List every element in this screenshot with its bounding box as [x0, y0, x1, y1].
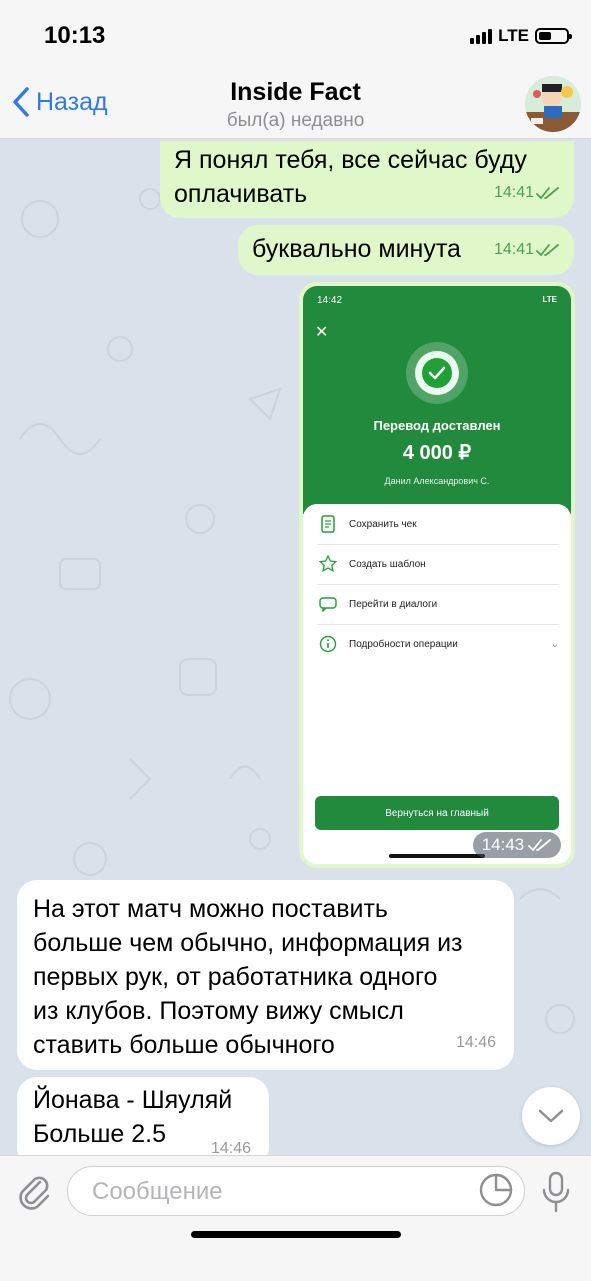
receipt-action-details: Подробности операции ⌄ [317, 624, 559, 664]
signal-icon [470, 28, 493, 44]
message-outgoing[interactable]: буквально минута 14:41 [238, 225, 574, 275]
message-time: 14:41 [493, 184, 534, 201]
double-check-icon [536, 244, 559, 257]
receipt-card: Сохранить чек Создать шаблон Перейти в д… [303, 504, 571, 864]
paperclip-icon[interactable] [16, 1172, 52, 1212]
message-text-line: ставить больше обычного [33, 1031, 335, 1059]
message-time: 14:46 [210, 1140, 251, 1155]
message-text-line: Йонава - Шяуляй [33, 1086, 233, 1114]
message-text-line: первых рук, от работатника одного [33, 963, 438, 991]
avatar[interactable] [525, 76, 581, 132]
chevron-down-icon [538, 1109, 564, 1123]
chevron-down-icon: ⌄ [550, 638, 559, 650]
message-time: 14:46 [455, 1034, 496, 1051]
photo-time-badge: 14:43 [473, 832, 561, 858]
receipt-action-label: Сохранить чек [349, 518, 417, 530]
receipt-action-save: Сохранить чек [317, 504, 559, 545]
chat-icon [317, 593, 339, 615]
receipt-action-dialogs: Перейти в диалоги [317, 584, 559, 625]
receipt-action-label: Подробности операции [349, 638, 458, 650]
receipt-status-network: LTE [542, 295, 557, 304]
status-time: 10:13 [44, 22, 106, 49]
double-check-icon [536, 187, 559, 200]
receipt-action-label: Перейти в диалоги [349, 598, 438, 610]
receipt-home-indicator [389, 854, 485, 858]
message-incoming[interactable]: Йонава - Шяуляй Больше 2.5 14:46 [17, 1077, 269, 1155]
receipt-action-label: Создать шаблон [349, 558, 426, 570]
message-meta: 14:41 [494, 176, 560, 210]
photo-message[interactable]: 14:42 LTE ✕ Перевод доставлен 4 000 ₽ Да… [303, 286, 571, 864]
avatar-image [525, 76, 581, 132]
message-text-line: больше чем обычно, информация из [33, 929, 463, 957]
receipt-title: Перевод доставлен [373, 418, 501, 433]
receipt-recipient: Данил Александрович С. [384, 476, 490, 486]
status-indicators: LTE [470, 26, 572, 46]
battery-icon [535, 28, 572, 44]
network-label: LTE [498, 26, 529, 45]
chat-title[interactable]: Inside Fact [0, 78, 591, 107]
receipt-action-template: Создать шаблон [317, 544, 559, 585]
chat-header: Назад Inside Fact был(а) недавно [0, 72, 591, 139]
message-meta: 14:41 [494, 233, 560, 267]
message-text-line: Я понял тебя, все сейчас буду [174, 146, 527, 174]
receipt-amount: 4 000 ₽ [402, 442, 472, 464]
star-icon [317, 553, 339, 575]
close-icon: ✕ [315, 324, 329, 341]
message-input-field[interactable] [67, 1166, 525, 1217]
chat-status: был(а) недавно [226, 110, 365, 131]
message-incoming[interactable]: На этот матч можно поставить больше чем … [17, 880, 514, 1070]
message-outgoing[interactable]: Я понял тебя, все сейчас буду оплачивать… [160, 141, 574, 218]
success-icon [406, 342, 468, 404]
receipt-doc-icon [317, 513, 339, 535]
scroll-down-button[interactable] [522, 1087, 580, 1145]
home-indicator [191, 1231, 401, 1238]
message-input[interactable] [90, 1167, 474, 1217]
sticker-icon[interactable] [478, 1172, 514, 1208]
receipt-status-time: 14:42 [317, 295, 343, 306]
composer [0, 1155, 591, 1281]
status-bar: 10:13 LTE [0, 0, 591, 72]
message-time: 14:41 [493, 241, 534, 258]
message-text-line: На этот матч можно поставить [33, 895, 388, 923]
info-icon [317, 633, 339, 655]
receipt-home-button: Вернуться на главный [315, 796, 559, 830]
message-text-line: из клубов. Поэтому вижу смысл [33, 997, 404, 1025]
double-check-icon [528, 839, 552, 852]
message-list[interactable]: Я понял тебя, все сейчас буду оплачивать… [0, 139, 591, 1155]
receipt-header: 14:42 LTE ✕ Перевод доставлен 4 000 ₽ Да… [303, 286, 571, 514]
message-time: 14:43 [481, 835, 525, 854]
microphone-icon[interactable] [540, 1170, 572, 1214]
